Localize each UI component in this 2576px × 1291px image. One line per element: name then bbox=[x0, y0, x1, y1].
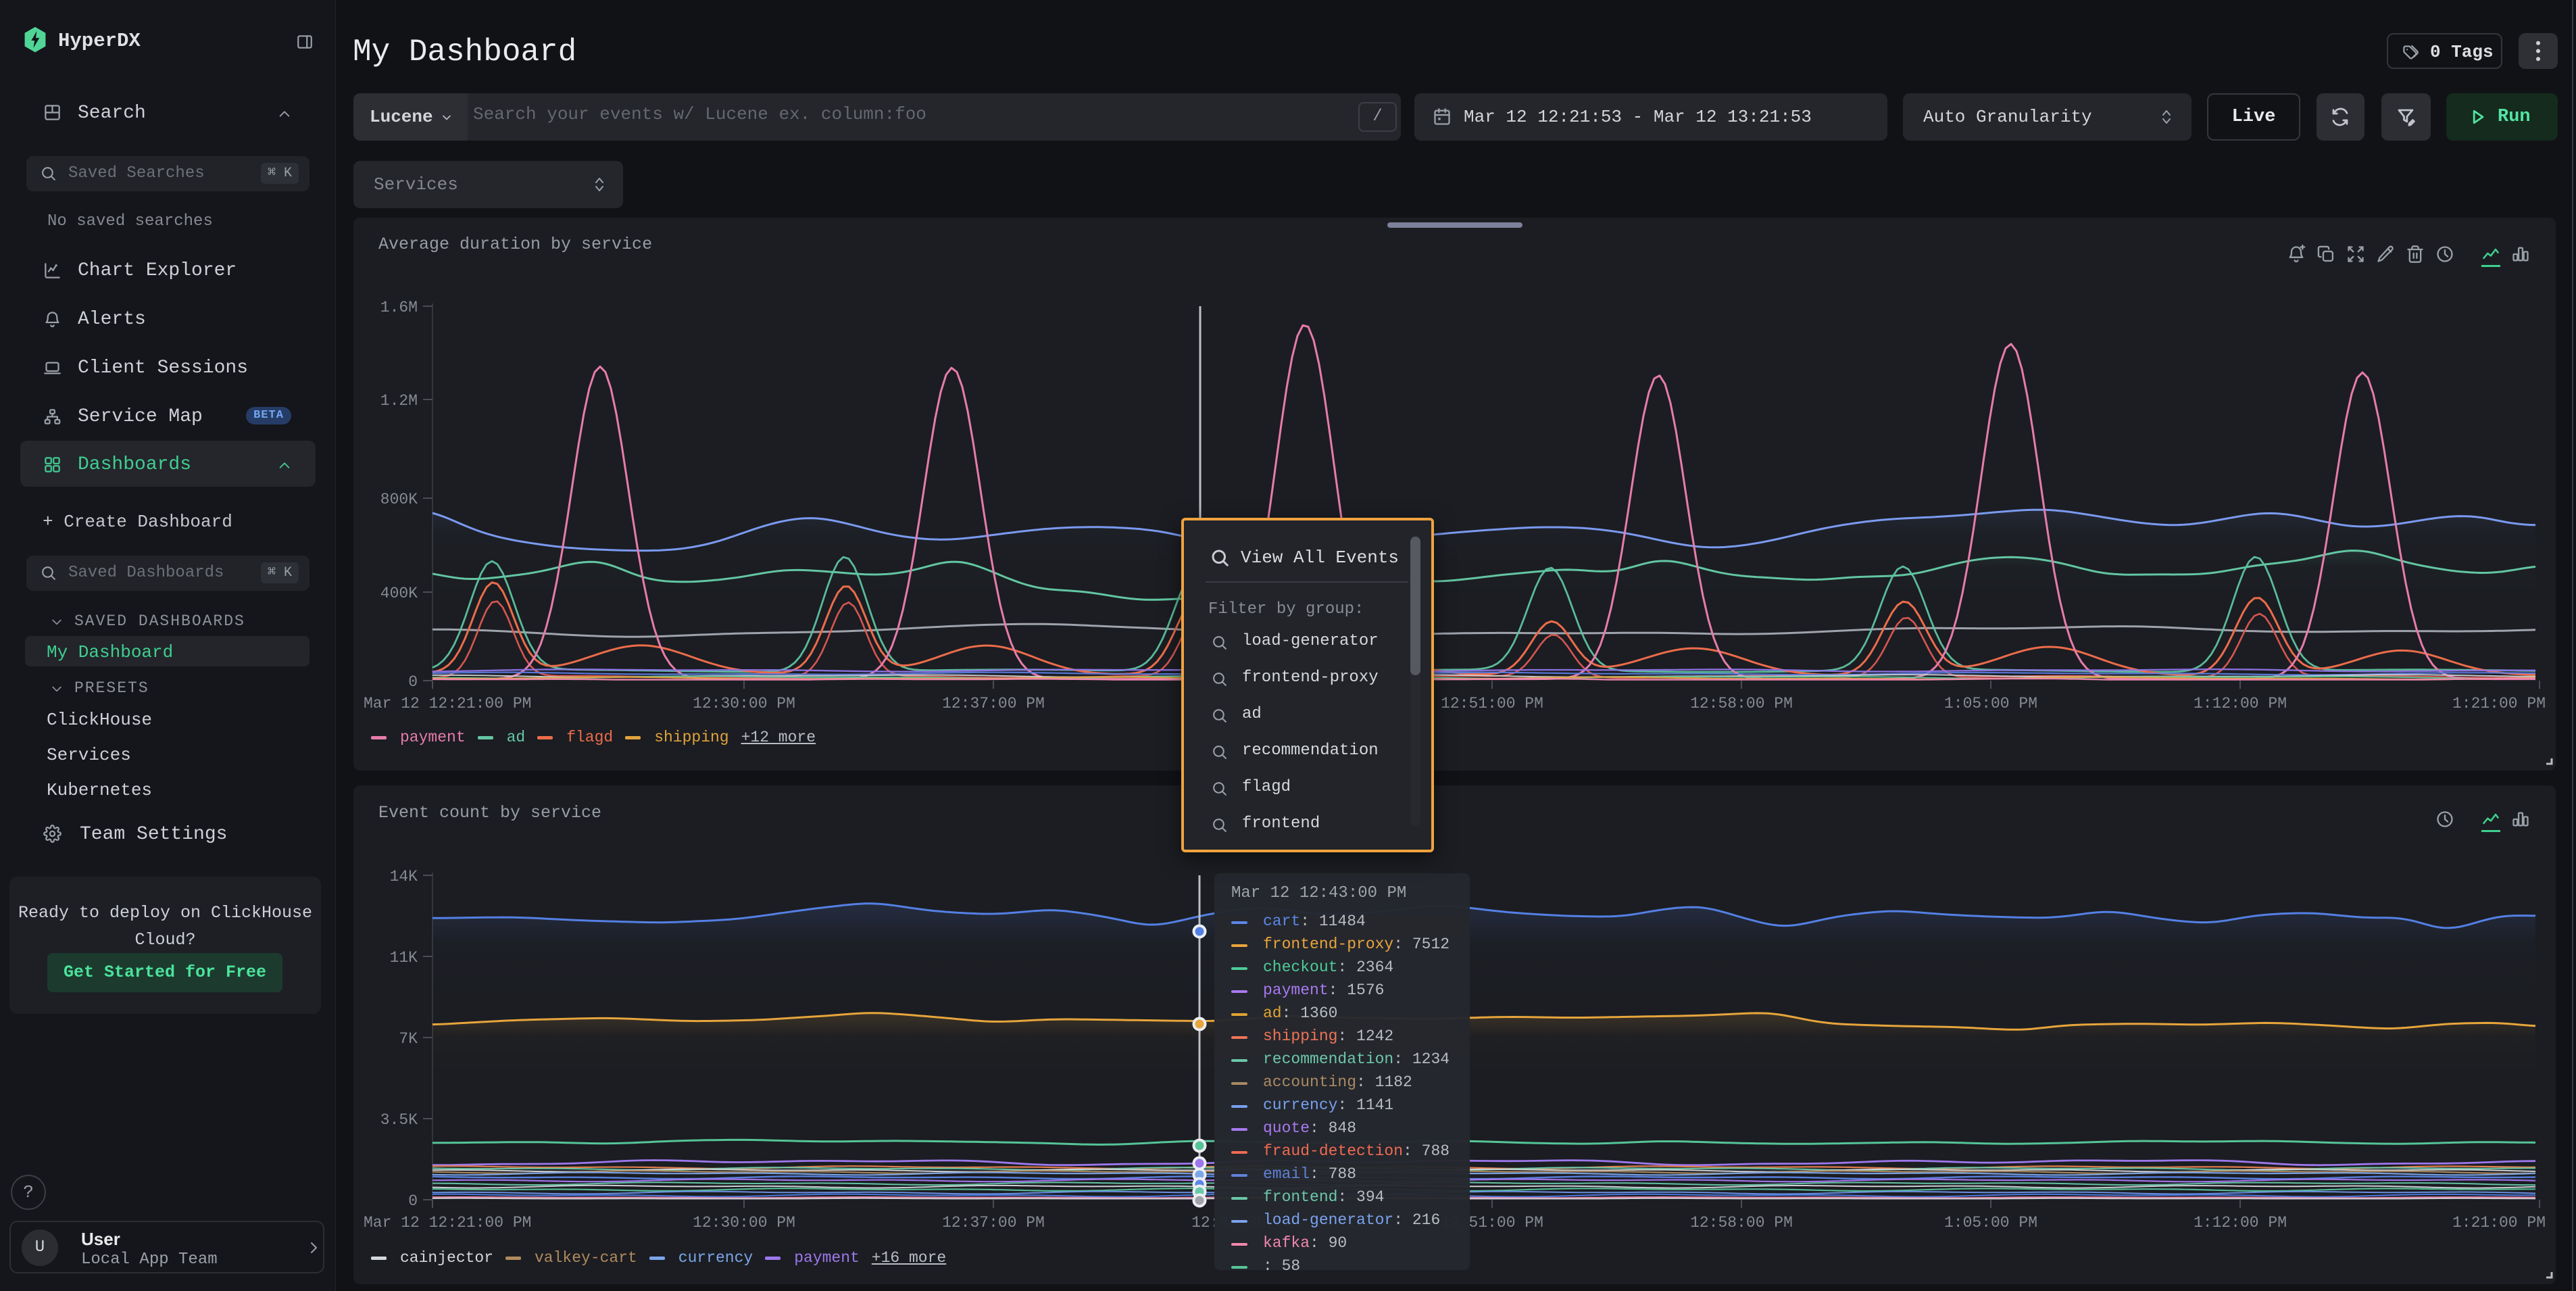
svg-text:0: 0 bbox=[408, 1192, 418, 1210]
svg-text:12:58:00 PM: 12:58:00 PM bbox=[1690, 1214, 1793, 1232]
svg-text:14K: 14K bbox=[390, 868, 418, 885]
svg-text:12:30:00 PM: 12:30:00 PM bbox=[693, 1214, 795, 1232]
svg-text:12:37:00 PM: 12:37:00 PM bbox=[942, 1214, 1045, 1232]
svg-text:3.5K: 3.5K bbox=[380, 1111, 418, 1129]
svg-text:Mar 12 12:21:00 PM: Mar 12 12:21:00 PM bbox=[364, 1214, 531, 1232]
svg-text:11K: 11K bbox=[390, 949, 418, 967]
svg-text:7K: 7K bbox=[399, 1030, 418, 1048]
svg-text:1:21:00 PM: 1:21:00 PM bbox=[2452, 1214, 2546, 1232]
svg-text:1:12:00 PM: 1:12:00 PM bbox=[2194, 1214, 2287, 1232]
svg-text:1:05:00 PM: 1:05:00 PM bbox=[1944, 1214, 2037, 1232]
